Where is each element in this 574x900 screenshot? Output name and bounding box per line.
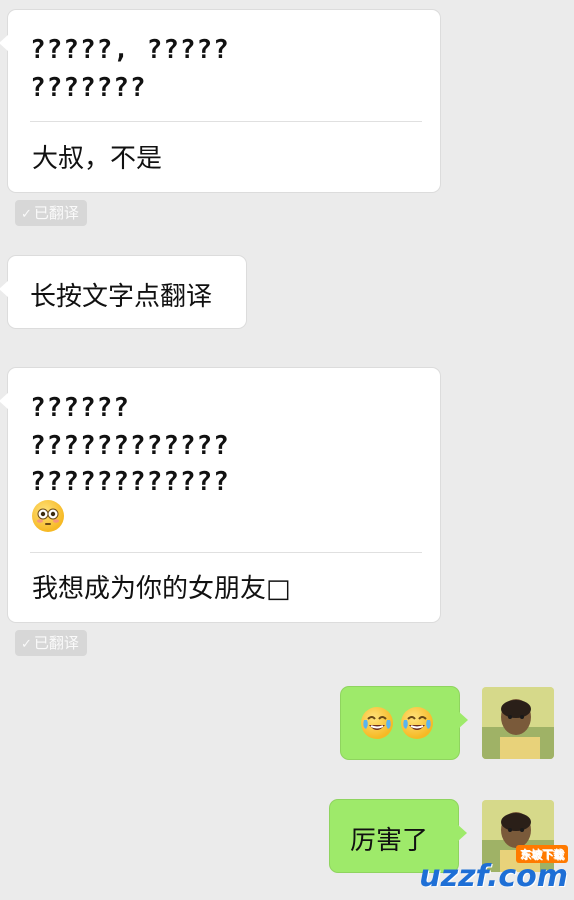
translated-label: 已翻译	[33, 204, 79, 222]
translation-divider	[30, 552, 422, 553]
original-text-line-1: ??????	[30, 393, 130, 423]
user-avatar-icon	[482, 687, 554, 759]
watermark-text: uzzf.com	[419, 859, 568, 894]
check-icon: ✓	[21, 207, 32, 222]
original-text-line-2: ???????	[30, 73, 147, 103]
translation-divider	[30, 121, 422, 122]
message-text: 长按文字点翻译	[30, 282, 213, 312]
translated-badge-2: ✓ 已翻译	[15, 630, 87, 656]
tears-of-joy-icon	[361, 707, 393, 739]
watermark-sub: 东坡下载	[516, 845, 568, 863]
translation-text: 大叔，不是	[32, 144, 163, 174]
message-text: 厉害了	[350, 826, 429, 856]
watermark-logo: 东坡下载 uzzf.com	[419, 845, 568, 894]
outgoing-message-1[interactable]	[341, 687, 468, 759]
check-icon: ✓	[21, 637, 32, 652]
incoming-message-3[interactable]: ?????? ???????????? ???????????? 我想成为你的女…	[0, 368, 440, 622]
avatar[interactable]	[482, 687, 554, 759]
original-text-line-3: ????????????	[30, 467, 230, 497]
original-text-line-2: ????????????	[30, 431, 230, 461]
incoming-message-2[interactable]: 长按文字点翻译	[0, 256, 246, 328]
flushed-face-icon	[32, 500, 64, 532]
translated-badge-1: ✓ 已翻译	[15, 200, 87, 226]
incoming-message-1[interactable]: ?????, ????? ??????? 大叔，不是	[0, 10, 440, 192]
translated-label: 已翻译	[33, 634, 79, 652]
tears-of-joy-icon	[401, 707, 433, 739]
original-text-line-1: ?????, ?????	[30, 35, 230, 65]
translation-text: 我想成为你的女朋友□	[32, 574, 291, 604]
